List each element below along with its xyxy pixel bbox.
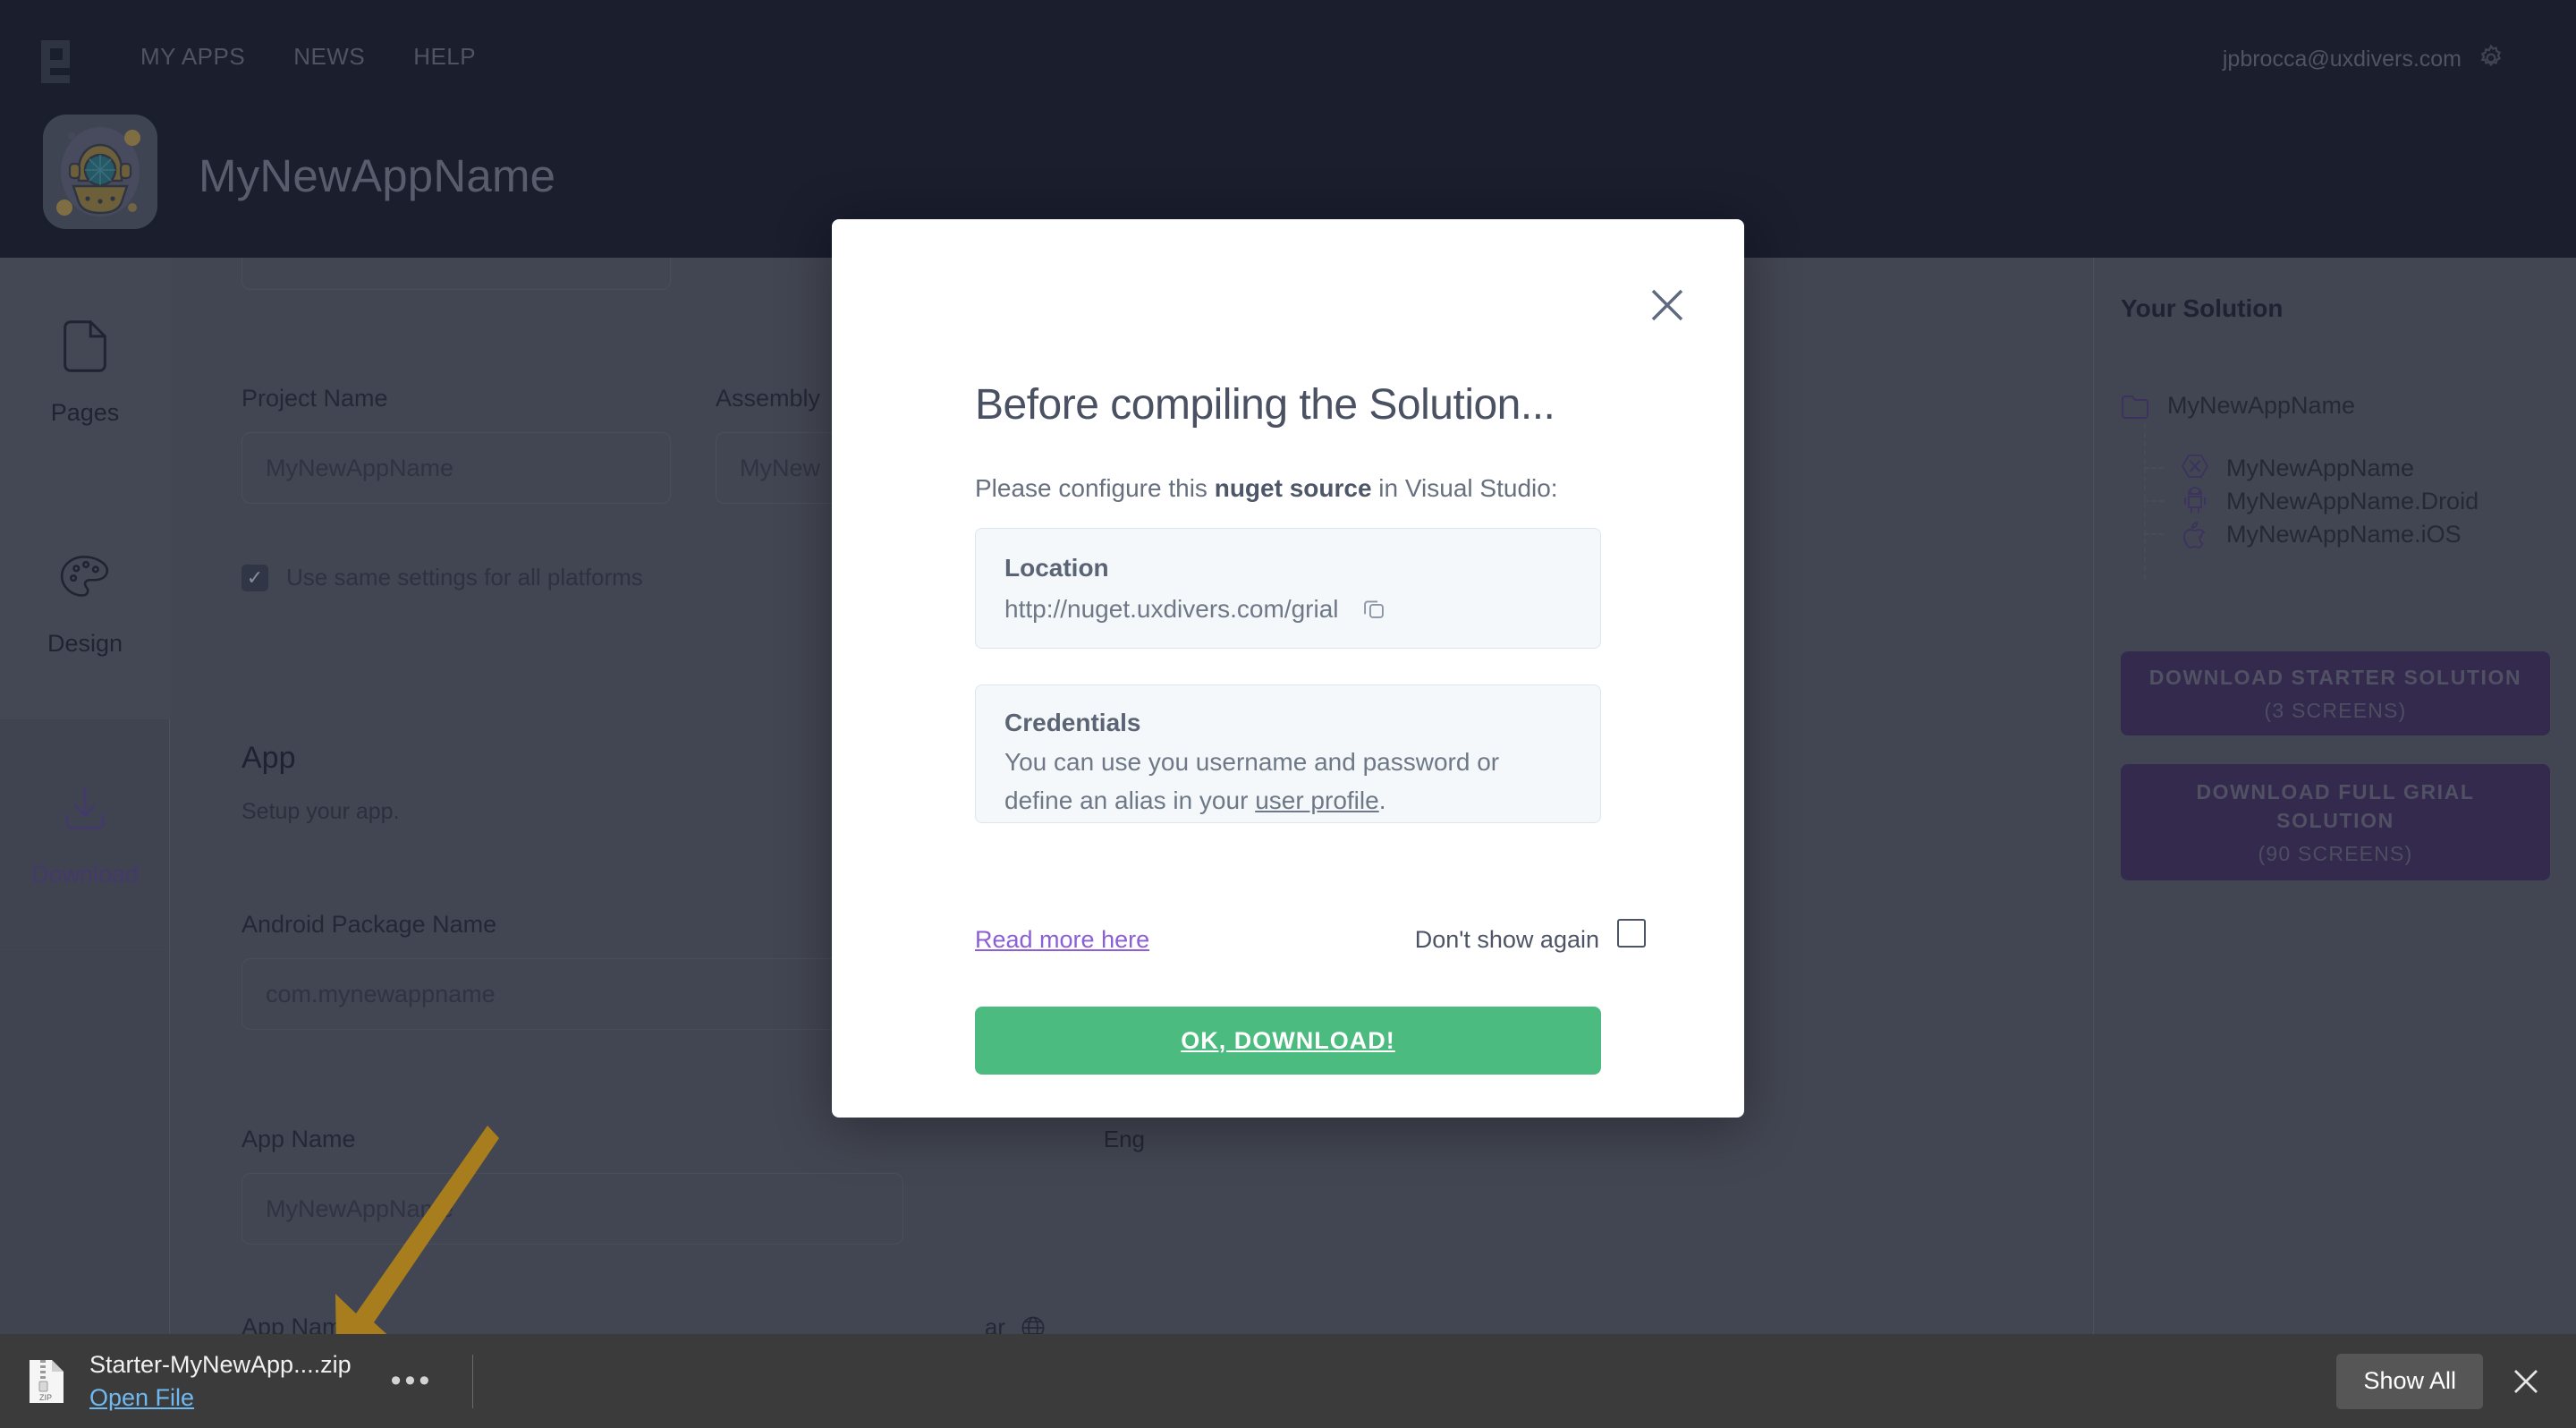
location-url-value[interactable]: http://nuget.uxdivers.com/grial [1004, 595, 1339, 623]
credentials-card-body: You can use you username and password or… [1004, 743, 1572, 820]
modal-subtitle-prefix: Please configure this [975, 474, 1215, 502]
show-all-button[interactable]: Show All [2336, 1353, 2483, 1409]
credentials-line-2-prefix: define an alias in your [1004, 786, 1256, 815]
shelf-divider [472, 1354, 474, 1408]
svg-text:ZIP: ZIP [39, 1393, 52, 1402]
browser-download-shelf: ZIP Starter-MyNewApp....zip Open File ••… [0, 1334, 2576, 1428]
zip-file-icon: ZIP [27, 1357, 66, 1406]
ok-download-label: OK, DOWNLOAD! [1181, 1026, 1395, 1054]
location-card-title: Location [1004, 554, 1109, 582]
credentials-line-2-suffix: . [1378, 786, 1386, 815]
location-card-body: http://nuget.uxdivers.com/grial [1004, 590, 1572, 628]
modal-subtitle: Please configure this nuget source in Vi… [975, 474, 1558, 503]
before-compiling-modal: Before compiling the Solution... Please … [832, 219, 1744, 1118]
location-card: Location http://nuget.uxdivers.com/grial [975, 528, 1601, 649]
credentials-card: Credentials You can use you username and… [975, 684, 1601, 823]
credentials-card-title: Credentials [1004, 709, 1141, 736]
download-item-texts: Starter-MyNewApp....zip Open File [89, 1351, 352, 1412]
close-icon[interactable] [2510, 1365, 2542, 1398]
user-profile-link[interactable]: user profile [1255, 786, 1379, 814]
download-file-name: Starter-MyNewApp....zip [89, 1350, 352, 1378]
ok-download-button[interactable]: OK, DOWNLOAD! [975, 1007, 1601, 1075]
app-root: MY APPS NEWS HELP jpbrocca@uxdivers.com [0, 0, 2576, 1428]
dont-show-again-checkbox[interactable] [1617, 919, 1646, 948]
read-more-here-link[interactable]: Read more here [975, 926, 1149, 954]
credentials-line-1: You can use you username and password or [1004, 748, 1500, 776]
dont-show-again-label: Don't show again [1414, 926, 1599, 953]
modal-subtitle-bold: nuget source [1214, 474, 1372, 502]
open-file-link[interactable]: Open File [89, 1384, 352, 1412]
copy-icon[interactable] [1361, 596, 1386, 621]
ellipsis-icon[interactable]: ••• [391, 1364, 434, 1398]
modal-title: Before compiling the Solution... [975, 381, 1555, 429]
close-icon[interactable] [1646, 284, 1689, 327]
modal-subtitle-suffix: in Visual Studio: [1371, 474, 1558, 502]
